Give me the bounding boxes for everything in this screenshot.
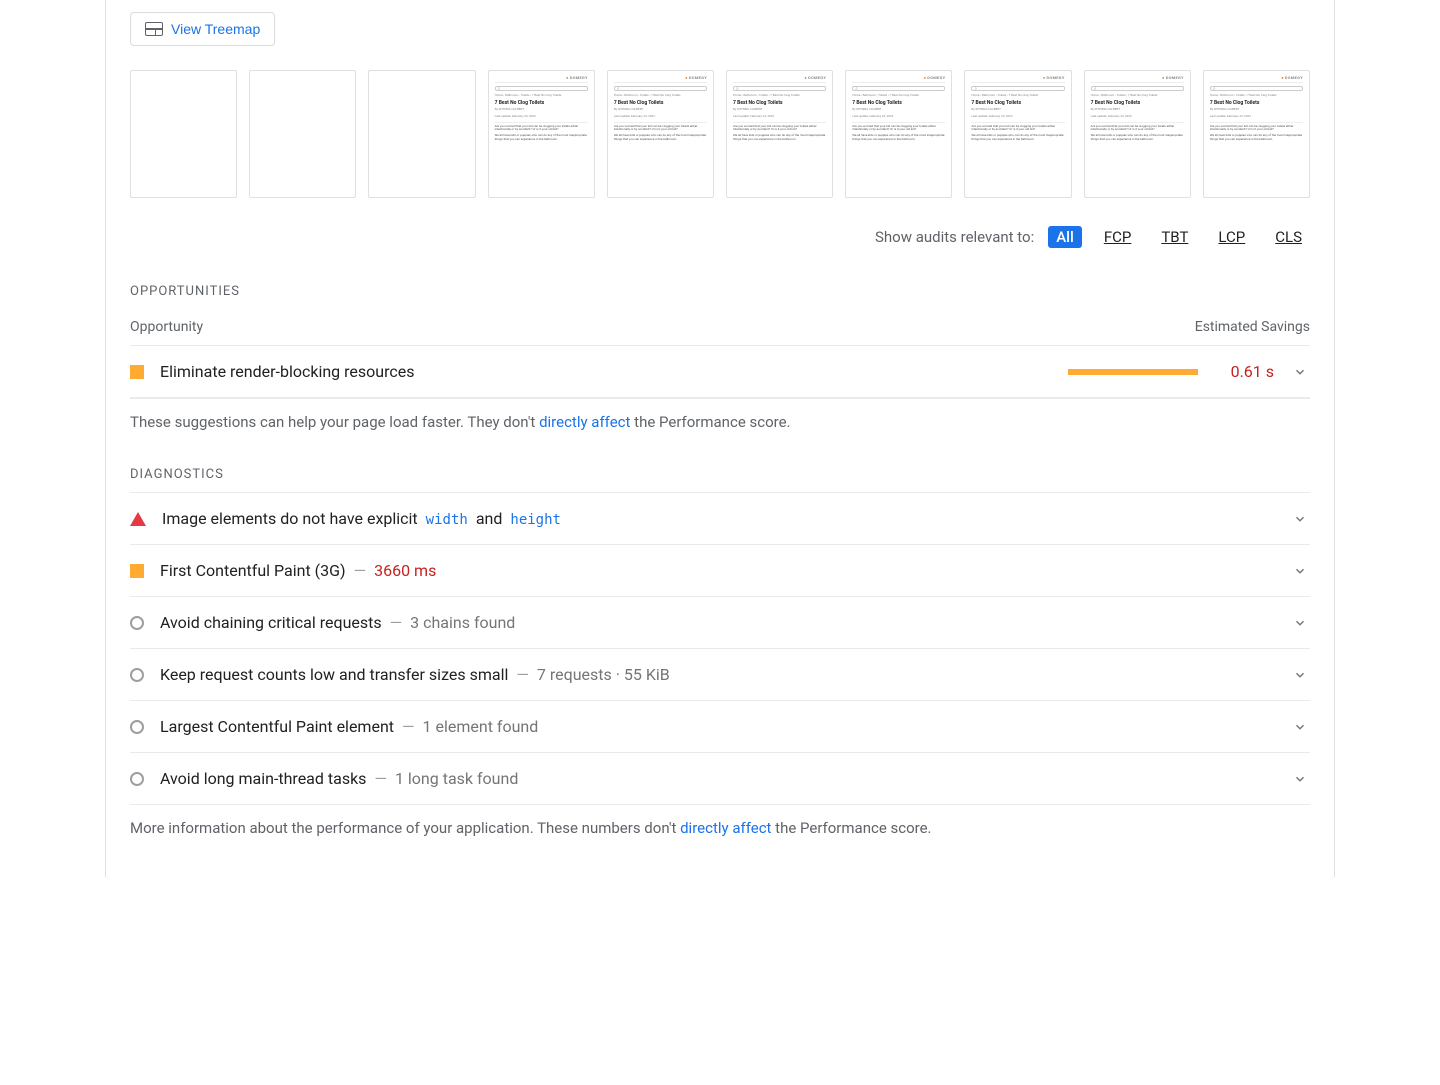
filmstrip-frame[interactable]: DOMEGYHome › Bathroom › Toilets › 7 Best… [1203, 70, 1310, 198]
diagnostic-title: First Contentful Paint (3G) — 3660 ms [160, 561, 1274, 580]
warning-square-icon [130, 564, 144, 578]
diagnostic-row[interactable]: First Contentful Paint (3G) — 3660 ms [130, 544, 1310, 596]
opportunity-col-label: Opportunity [130, 319, 203, 335]
filmstrip-frame[interactable]: DOMEGYHome › Bathroom › Toilets › 7 Best… [488, 70, 595, 198]
chevron-down-icon [1290, 720, 1310, 734]
filmstrip-frame[interactable]: DOMEGYHome › Bathroom › Toilets › 7 Best… [1084, 70, 1191, 198]
info-circle-icon [130, 720, 144, 734]
filter-fcp[interactable]: FCP [1096, 226, 1140, 248]
diagnostics-note: More information about the performance o… [130, 819, 1310, 837]
filmstrip-frame[interactable]: DOMEGYHome › Bathroom › Toilets › 7 Best… [845, 70, 952, 198]
chevron-down-icon [1290, 512, 1310, 526]
directly-affect-link[interactable]: directly affect [539, 413, 630, 431]
savings-col-label: Estimated Savings [1195, 319, 1310, 335]
filmstrip: DOMEGYHome › Bathroom › Toilets › 7 Best… [130, 70, 1310, 198]
view-treemap-button[interactable]: View Treemap [130, 12, 275, 46]
opportunities-note: These suggestions can help your page loa… [130, 413, 1310, 431]
diagnostic-row[interactable]: Largest Contentful Paint element — 1 ele… [130, 700, 1310, 752]
warning-square-icon [130, 365, 144, 379]
diagnostic-title: Largest Contentful Paint element — 1 ele… [160, 717, 1274, 736]
diagnostic-row[interactable]: Avoid long main-thread tasks — 1 long ta… [130, 752, 1310, 805]
directly-affect-link-2[interactable]: directly affect [680, 819, 771, 837]
diagnostic-row[interactable]: Image elements do not have explicit widt… [130, 492, 1310, 544]
chevron-down-icon [1290, 616, 1310, 630]
filmstrip-frame[interactable] [368, 70, 475, 198]
filmstrip-frame[interactable]: DOMEGYHome › Bathroom › Toilets › 7 Best… [726, 70, 833, 198]
filter-lcp[interactable]: LCP [1210, 226, 1253, 248]
diagnostic-row[interactable]: Keep request counts low and transfer siz… [130, 648, 1310, 700]
opportunity-title: Eliminate render-blocking resources [160, 362, 1052, 381]
filmstrip-frame[interactable]: DOMEGYHome › Bathroom › Toilets › 7 Best… [607, 70, 714, 198]
filmstrip-frame[interactable] [130, 70, 237, 198]
diagnostics-heading: DIAGNOSTICS [130, 467, 1310, 482]
opportunities-heading: OPPORTUNITIES [130, 284, 1310, 299]
opportunities-columns: Opportunity Estimated Savings [130, 309, 1310, 345]
chevron-down-icon [1290, 772, 1310, 786]
filter-all[interactable]: All [1048, 226, 1082, 248]
diagnostic-title: Avoid long main-thread tasks — 1 long ta… [160, 769, 1274, 788]
diagnostic-title: Keep request counts low and transfer siz… [160, 665, 1274, 684]
audit-filters: Show audits relevant to: All FCP TBT LCP… [130, 226, 1310, 248]
error-triangle-icon [130, 512, 146, 526]
savings-value: 0.61 s [1214, 362, 1274, 381]
diagnostic-row[interactable]: Avoid chaining critical requests — 3 cha… [130, 596, 1310, 648]
opportunity-row[interactable]: Eliminate render-blocking resources 0.61… [130, 345, 1310, 398]
filters-label: Show audits relevant to: [875, 228, 1034, 246]
info-circle-icon [130, 668, 144, 682]
filter-cls[interactable]: CLS [1267, 226, 1310, 248]
info-circle-icon [130, 772, 144, 786]
info-circle-icon [130, 616, 144, 630]
diagnostic-title: Image elements do not have explicit widt… [162, 509, 1274, 528]
filter-tbt[interactable]: TBT [1153, 226, 1196, 248]
filmstrip-frame[interactable]: DOMEGYHome › Bathroom › Toilets › 7 Best… [964, 70, 1071, 198]
chevron-down-icon [1290, 668, 1310, 682]
treemap-icon [145, 22, 163, 36]
filmstrip-frame[interactable] [249, 70, 356, 198]
savings-bar [1068, 369, 1198, 375]
chevron-down-icon [1290, 365, 1310, 379]
diagnostic-title: Avoid chaining critical requests — 3 cha… [160, 613, 1274, 632]
chevron-down-icon [1290, 564, 1310, 578]
view-treemap-label: View Treemap [171, 21, 260, 37]
